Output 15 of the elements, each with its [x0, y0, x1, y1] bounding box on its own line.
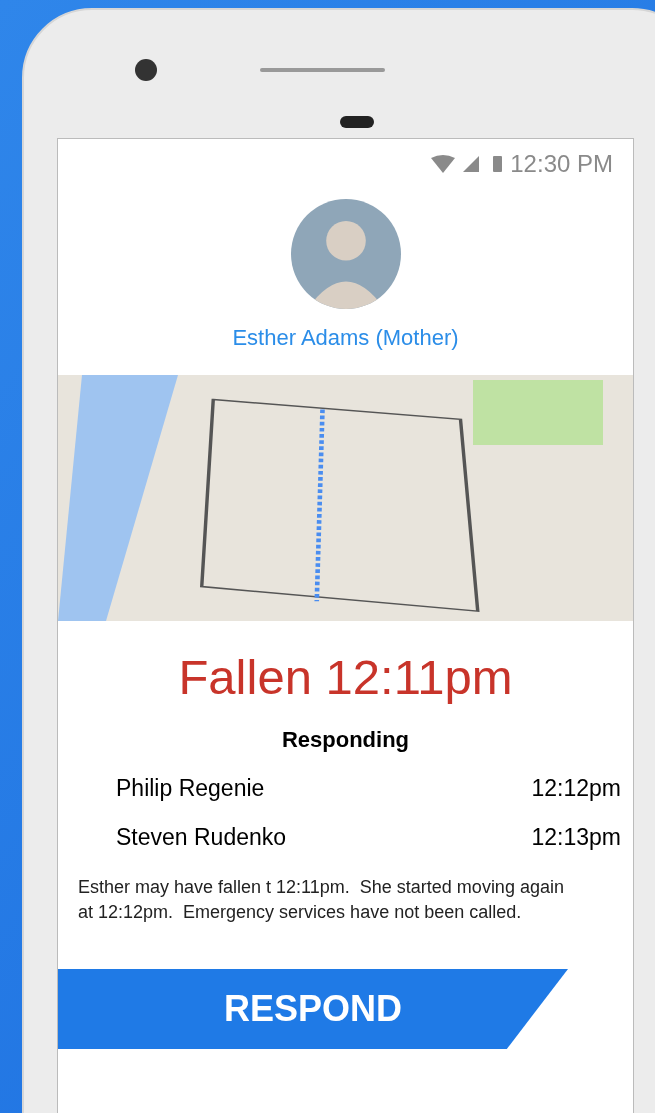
signal-icon: [463, 156, 480, 172]
battery-icon: [493, 156, 503, 172]
responding-heading: Responding: [280, 727, 411, 753]
wifi-icon: [431, 155, 456, 173]
contact-name[interactable]: Esther Adams (Mother): [58, 325, 633, 351]
earpiece: [340, 116, 374, 128]
responder-name: Philip Regenie: [116, 775, 265, 802]
status-time: 12:30 PM: [510, 150, 613, 178]
responder-name: Steven Rudenko: [116, 824, 287, 851]
response-time: 12:12pm: [531, 775, 621, 802]
response-time: 12:13pm: [531, 824, 621, 851]
respond-button[interactable]: RESPOND: [58, 969, 568, 1049]
alert-title: Fallen 12:11pm: [177, 649, 514, 705]
alert-message: Esther may have fallen t 12:11pm. She started moving again at 12:12pm. Emergency services have not been called.: [78, 876, 565, 924]
camera-icon: [135, 59, 157, 81]
